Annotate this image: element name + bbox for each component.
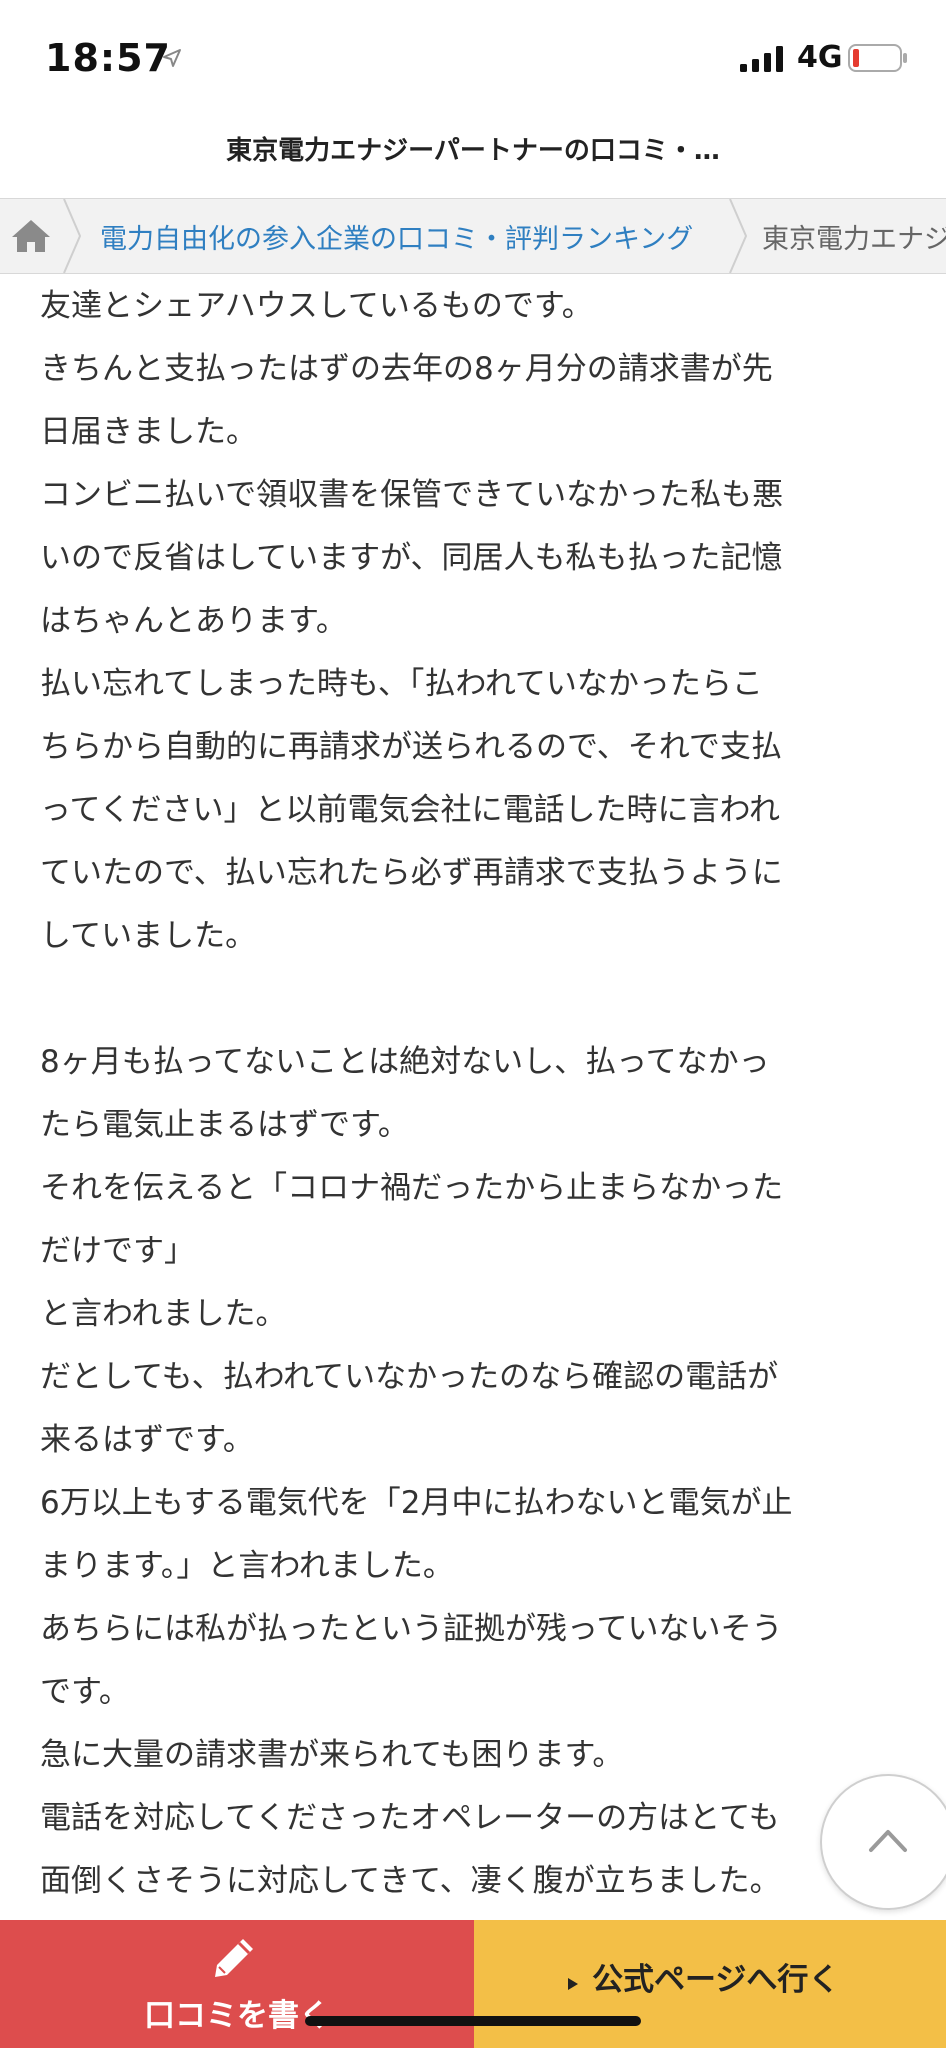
pencil-icon (215, 1939, 253, 1977)
chevron-up-icon (869, 1830, 907, 1852)
review-line: いので反省はしていますが、同居人も私も払った記憶 (40, 540, 783, 576)
write-review-button[interactable]: 口コミを書く (0, 1920, 474, 2048)
review-line: していました。 (40, 918, 257, 954)
review-line: まります。」と言われました。 (40, 1548, 454, 1584)
scroll-to-top-button[interactable] (820, 1774, 946, 1910)
battery-icon (848, 44, 907, 72)
review-line: 面倒くさそうに対応してきて、凄く腹が立ちました。 (40, 1863, 781, 1899)
review-line: だとしても、払われていなかったのなら確認の電話が (40, 1359, 779, 1395)
location-arrow-icon (163, 49, 181, 67)
review-line: 8ヶ月も払ってないことは絶対ないし、払ってなかっ (40, 1044, 770, 1080)
review-line: 日届きました。 (40, 414, 257, 450)
review-line: 友達とシェアハウスしているものです。 (40, 288, 593, 324)
page-header: 東京電力エナジーパートナーの口コミ・… (0, 120, 946, 198)
review-line: コンビニ払いで領収書を保管できていなかった私も悪 (40, 477, 784, 513)
status-bar: 18:57 4G (0, 0, 946, 120)
triangle-arrow-icon (568, 1978, 578, 1990)
review-line: 急に大量の請求書が来られても困ります。 (40, 1737, 624, 1773)
review-line: きちんと支払ったはずの去年の8ヶ月分の請求書が先 (40, 351, 773, 387)
review-line: です。 (40, 1674, 130, 1710)
review-line: 払い忘れてしまった時も、「払われていなかったらこ (40, 666, 763, 702)
review-line: ていたので、払い忘れたら必ず再請求で支払うように (40, 855, 783, 891)
review-line: 来るはずです。 (40, 1422, 254, 1458)
review-line: と言われました。 (40, 1296, 287, 1332)
home-indicator (305, 2016, 641, 2026)
review-body: 友達とシェアハウスしているものです。 きちんと支払ったはずの去年の8ヶ月分の請求… (40, 275, 900, 1920)
breadcrumb-separator-icon (729, 199, 748, 273)
network-type: 4G (797, 40, 843, 75)
review-line: だけです」 (40, 1233, 195, 1269)
page-title: 東京電力エナジーパートナーの口コミ・… (226, 136, 720, 166)
review-line: 電話を対応してくださったオペレーターの方はとても (40, 1800, 780, 1836)
signal-icon (740, 46, 783, 72)
write-review-label: 口コミを書く (144, 1998, 330, 2034)
breadcrumb: 電力自由化の参入企業の口コミ・評判ランキング 東京電力エナジーパートナー (0, 198, 946, 274)
review-line: はちゃんとあります。 (40, 603, 347, 639)
official-page-button[interactable]: 公式ページへ行く (474, 1920, 946, 2048)
breadcrumb-separator-icon (63, 199, 82, 273)
official-page-label: 公式ページへ行く (592, 1962, 840, 1998)
review-line: ってください」と以前電気会社に電話した時に言われ (40, 792, 780, 828)
status-time: 18:57 (45, 36, 171, 80)
review-line: 6万以上もする電気代を「2月中に払わないと電気が止 (40, 1485, 793, 1521)
review-line: それを伝えると「コロナ禍だったから止まらなかった (40, 1170, 784, 1206)
bottom-action-bar: 口コミを書く 公式ページへ行く (0, 1920, 946, 2048)
review-line: あちらには私が払ったという証拠が残っていないそう (40, 1611, 783, 1647)
review-line-blank (40, 968, 900, 1031)
review-line: たら電気止まるはずです。 (40, 1107, 409, 1143)
home-icon[interactable] (10, 217, 52, 255)
review-line: ちらから自動的に再請求が送られるので、それで支払 (40, 729, 782, 765)
breadcrumb-current: 東京電力エナジーパートナー (762, 224, 946, 255)
breadcrumb-link-ranking[interactable]: 電力自由化の参入企業の口コミ・評判ランキング (100, 217, 693, 256)
